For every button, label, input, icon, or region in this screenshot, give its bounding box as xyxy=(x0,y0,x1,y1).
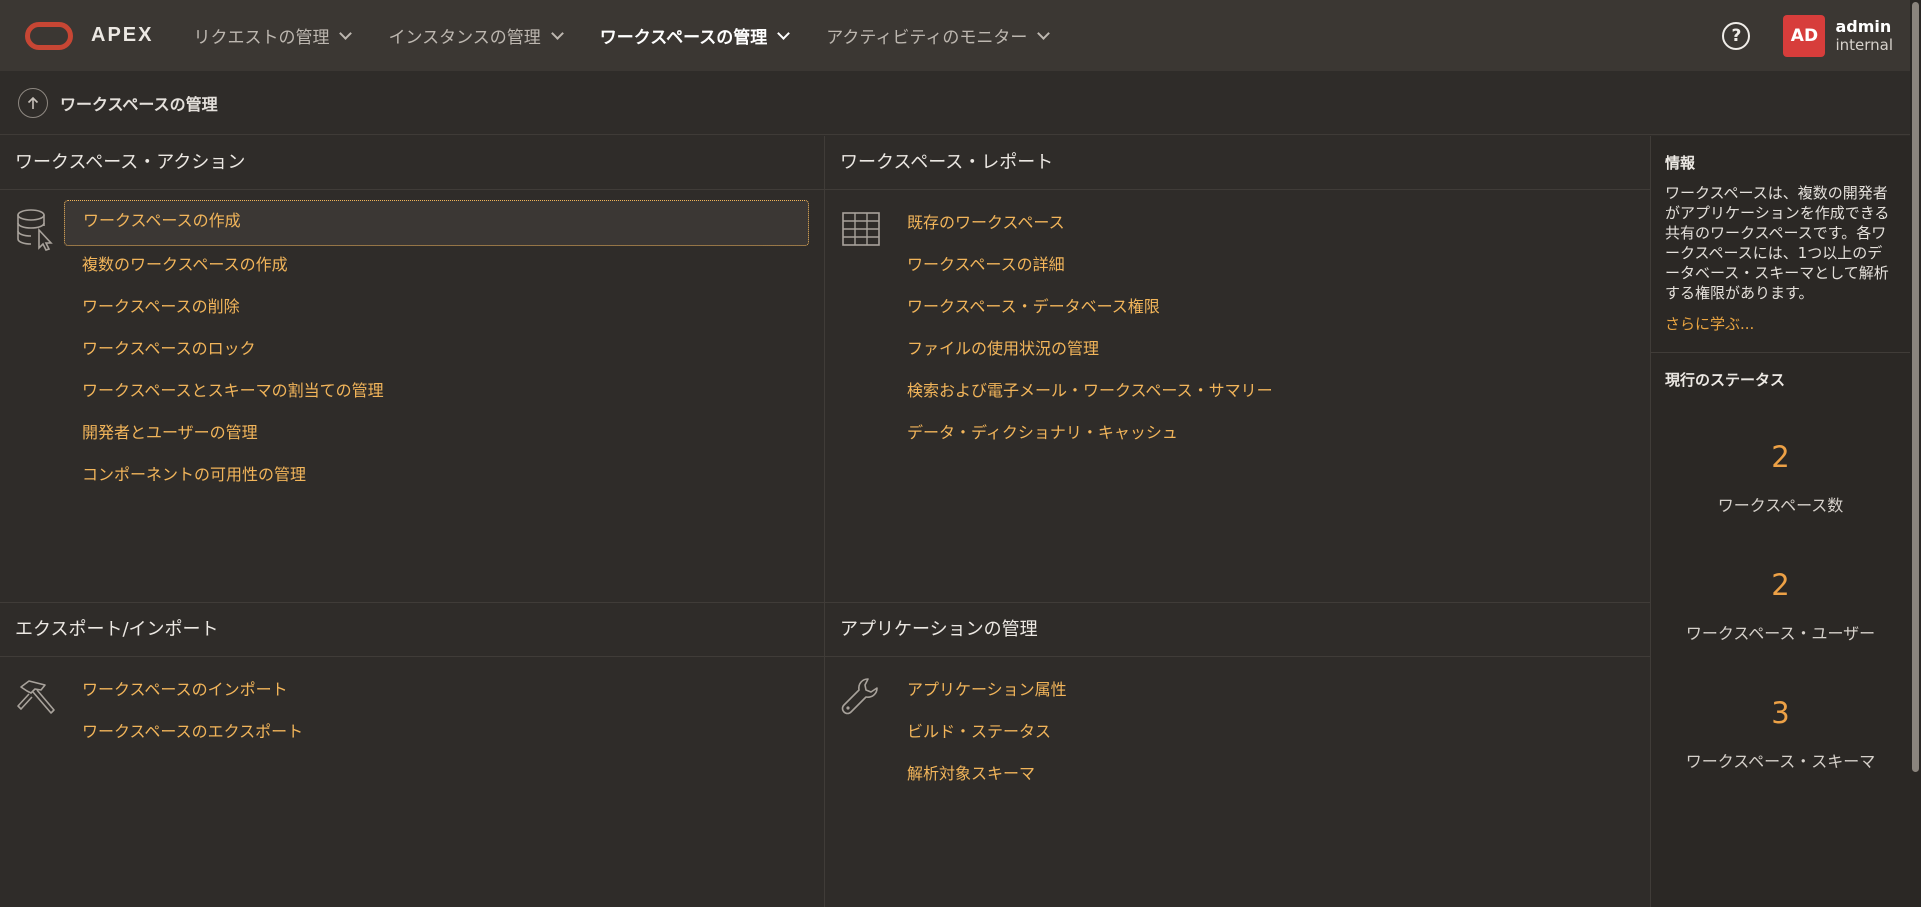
oracle-logo-icon xyxy=(25,21,73,50)
stat-value: 2 xyxy=(1771,440,1790,474)
page-title: ワークスペースの管理 xyxy=(60,94,218,114)
stat-workspaces: 2 ワークスペース数 xyxy=(1651,440,1910,516)
remove-workspace-link[interactable]: ワークスペースの削除 xyxy=(64,286,809,328)
info-text: ワークスペースは、複数の開発者がアプリケーションを作成できる共有のワークスペース… xyxy=(1665,184,1890,302)
nav-item-label: リクエストの管理 xyxy=(193,28,330,48)
chevron-down-icon xyxy=(777,26,791,40)
page-scrollbar[interactable] xyxy=(1910,0,1921,907)
data-dictionary-cache-link[interactable]: データ・ディクショナリ・キャッシュ xyxy=(889,412,1634,454)
nav-item-workspaces[interactable]: ワークスペースの管理 xyxy=(599,0,791,71)
workspace-actions-links: ワークスペースの作成 複数のワークスペースの作成 ワークスペースの削除 ワークス… xyxy=(64,200,809,496)
stat-value: 2 xyxy=(1771,568,1790,602)
existing-workspaces-link[interactable]: 既存のワークスペース xyxy=(889,202,1634,244)
workspace-database-privileges-link[interactable]: ワークスペース・データベース権限 xyxy=(889,286,1634,328)
manage-component-availability-link[interactable]: コンポーネントの可用性の管理 xyxy=(64,454,809,496)
table-grid-icon xyxy=(840,208,884,252)
nav-item-label: インスタンスの管理 xyxy=(388,28,541,48)
workspace-reports-panel: ワークスペース・レポート 既存のワークスペース ワークスペースの詳細 ワークスペ… xyxy=(825,136,1651,603)
manage-developers-users-link[interactable]: 開発者とユーザーの管理 xyxy=(64,412,809,454)
stat-label: ワークスペース数 xyxy=(1717,496,1844,515)
scrollbar-thumb[interactable] xyxy=(1912,2,1919,772)
stat-workspace-schemas: 3 ワークスペース・スキーマ xyxy=(1651,696,1910,772)
info-title: 情報 xyxy=(1665,154,1696,172)
breadcrumb: ワークスペースの管理 xyxy=(0,71,1910,135)
status-title: 現行のステータス xyxy=(1665,371,1786,389)
build-status-link[interactable]: ビルド・ステータス xyxy=(889,711,1634,753)
nav-item-monitor[interactable]: アクティビティのモニター xyxy=(826,0,1051,71)
panel-title: アプリケーションの管理 xyxy=(825,603,1650,657)
user-role: internal xyxy=(1835,35,1893,54)
workspace-reports-links: 既存のワークスペース ワークスペースの詳細 ワークスペース・データベース権限 フ… xyxy=(889,202,1634,454)
chevron-down-icon xyxy=(550,26,564,40)
panel-title: ワークスペース・レポート xyxy=(825,136,1650,190)
manage-file-utilization-link[interactable]: ファイルの使用状況の管理 xyxy=(889,328,1634,370)
export-workspace-link[interactable]: ワークスペースのエクスポート xyxy=(64,711,809,753)
nav-item-label: アクティビティのモニター xyxy=(826,28,1028,48)
application-attributes-link[interactable]: アプリケーション属性 xyxy=(889,669,1634,711)
lock-workspace-link[interactable]: ワークスペースのロック xyxy=(64,328,809,370)
user-menu[interactable]: admin internal xyxy=(1835,17,1893,55)
avatar[interactable]: AD xyxy=(1783,14,1826,57)
stat-label: ワークスペース・ユーザー xyxy=(1685,624,1876,643)
parsing-schemas-link[interactable]: 解析対象スキーマ xyxy=(889,753,1634,795)
nav-item-requests[interactable]: リクエストの管理 xyxy=(193,0,353,71)
arrow-up-icon[interactable] xyxy=(18,87,48,118)
nav-item-label: ワークスペースの管理 xyxy=(599,28,768,48)
chevron-down-icon xyxy=(1037,26,1051,40)
import-workspace-link[interactable]: ワークスペースのインポート xyxy=(64,669,809,711)
stat-label: ワークスペース・スキーマ xyxy=(1685,752,1876,771)
application-management-links: アプリケーション属性 ビルド・ステータス 解析対象スキーマ xyxy=(889,669,1634,795)
nav-item-instance[interactable]: インスタンスの管理 xyxy=(388,0,564,71)
top-navigation-bar: APEX リクエストの管理 インスタンスの管理 ワークスペースの管理 アクティビ… xyxy=(0,0,1921,71)
database-cursor-icon xyxy=(15,208,59,252)
hammer-icon xyxy=(15,675,59,719)
wrench-icon xyxy=(840,675,884,719)
header-actions: ? AD admin internal xyxy=(1722,0,1921,71)
create-workspace-link[interactable]: ワークスペースの作成 xyxy=(64,200,809,246)
workspace-actions-panel: ワークスペース・アクション ワークスペースの作成 複数のワークスペースの作成 ワ… xyxy=(0,136,825,603)
brand-name: APEX xyxy=(91,24,154,46)
manage-schema-assignments-link[interactable]: ワークスペースとスキーマの割当ての管理 xyxy=(64,370,809,412)
side-info-panel: 情報 ワークスペースは、複数の開発者がアプリケーションを作成できる共有のワークス… xyxy=(1651,136,1910,907)
create-multiple-workspaces-link[interactable]: 複数のワークスペースの作成 xyxy=(64,244,809,286)
panel-title: ワークスペース・アクション xyxy=(0,136,824,190)
application-management-panel: アプリケーションの管理 アプリケーション属性 ビルド・ステータス 解析対象スキー… xyxy=(825,603,1651,907)
panel-title: エクスポート/インポート xyxy=(0,603,824,657)
export-import-links: ワークスペースのインポート ワークスペースのエクスポート xyxy=(64,669,809,753)
logo[interactable]: APEX xyxy=(25,21,154,50)
find-email-workspace-summary-link[interactable]: 検索および電子メール・ワークスペース・サマリー xyxy=(889,370,1634,412)
chevron-down-icon xyxy=(339,26,353,40)
stat-workspace-users: 2 ワークスペース・ユーザー xyxy=(1651,568,1910,644)
export-import-panel: エクスポート/インポート ワークスペースのインポート ワークスペースのエクスポー… xyxy=(0,603,825,907)
main-nav: リクエストの管理 インスタンスの管理 ワークスペースの管理 アクティビティのモニ… xyxy=(193,0,1086,71)
stat-value: 3 xyxy=(1771,696,1790,730)
user-name: admin xyxy=(1835,16,1892,36)
learn-more-link[interactable]: さらに学ぶ... xyxy=(1651,303,1910,334)
help-icon[interactable]: ? xyxy=(1722,21,1751,50)
workspace-details-link[interactable]: ワークスペースの詳細 xyxy=(889,244,1634,286)
